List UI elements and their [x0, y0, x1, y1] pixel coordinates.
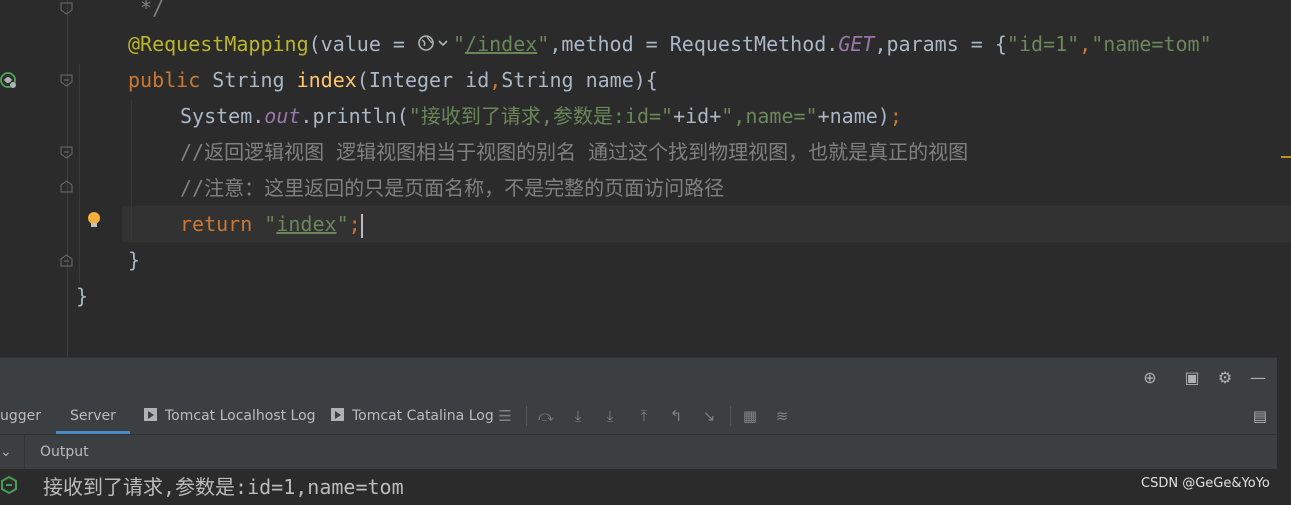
output-text: 接收到了请求,参数是:id=1,name=tom [43, 475, 404, 499]
panel-tabs: ugger Server Tomcat Localhost Log Tomcat… [0, 398, 1277, 434]
deploy-icon[interactable] [0, 475, 18, 497]
editor-gutter [0, 0, 122, 357]
string-literal: "name=tom" [1091, 32, 1212, 56]
window-layout-icon[interactable]: ▣ [1182, 368, 1202, 388]
brace: } [128, 248, 141, 272]
indent-guide [131, 100, 132, 240]
keyword: return [180, 212, 253, 236]
evaluate-table-icon[interactable]: ▦ [740, 406, 760, 426]
comment-text: */ [128, 0, 165, 20]
step-out-icon[interactable]: ⤒ [634, 406, 654, 426]
code-line-comment-end: */ [128, 0, 164, 26]
output-label: Output [40, 444, 89, 460]
string-quote: " [336, 212, 349, 236]
force-step-into-icon[interactable]: ⤓ [600, 406, 620, 426]
brace: } [76, 284, 89, 308]
warning-stripe-marker[interactable] [1281, 156, 1291, 158]
static-field: out [264, 104, 301, 128]
fold-icon[interactable] [60, 74, 73, 87]
toolbar-separator [730, 406, 731, 426]
annotation-text: @RequestMapping [128, 32, 309, 56]
url-path-link[interactable]: /index [465, 32, 537, 56]
tab-label: Tomcat Localhost Log [165, 408, 316, 424]
code-line-close-brace: } [76, 278, 88, 314]
code-text: .println( [300, 104, 409, 128]
log-icon [144, 408, 157, 421]
step-into-icon[interactable]: ⤓ [568, 406, 588, 426]
watermark: CSDN @GeGe&YoYo [1141, 476, 1270, 491]
output-console[interactable]: 接收到了请求,参数是:id=1,name=tom [0, 469, 1277, 503]
tab-tomcat-localhost-log[interactable]: Tomcat Localhost Log [144, 398, 316, 434]
gutter-divider [67, 0, 68, 357]
lightbulb-icon[interactable] [86, 211, 102, 229]
web-endpoint-icon[interactable] [0, 70, 18, 90]
comment-text: //注意：这里返回的只是页面名称，不是完整的页面访问路径 [180, 176, 725, 200]
output-header: ⌄ Output [0, 434, 1277, 469]
step-over-icon[interactable]: ⤼ [536, 406, 556, 426]
fold-icon[interactable] [60, 254, 73, 267]
code-line-method-signature: public String index(Integer id,String na… [128, 62, 658, 98]
code-text: ,params = { [874, 32, 1007, 56]
semicolon: ; [889, 104, 902, 128]
comma: , [489, 68, 502, 92]
code-line-println: System.out.println("接收到了请求,参数是:id="+id+"… [180, 98, 902, 134]
view-name-link[interactable]: index [276, 212, 336, 236]
indent-guide [79, 64, 80, 284]
code-line-return: return "index"; [180, 206, 363, 242]
fold-icon[interactable] [60, 2, 73, 15]
code-text: +id+ [673, 104, 722, 128]
gear-icon[interactable]: ⚙ [1215, 368, 1235, 388]
menu-lines-icon[interactable]: ☰ [495, 406, 515, 426]
comment-text: //返回逻辑视图 逻辑视图相当于视图的别名 通过这个找到物理视图，也就是真正的视… [180, 140, 969, 164]
minimize-icon[interactable]: — [1248, 368, 1268, 388]
drop-frame-icon[interactable]: ↰ [666, 406, 686, 426]
string-quote: " [453, 32, 466, 56]
crosshair-icon[interactable]: ⊕ [1140, 368, 1160, 388]
code-text: System. [180, 104, 265, 128]
string-quote: " [264, 212, 277, 236]
layout-icon[interactable]: ▤ [1250, 406, 1270, 426]
code-line-request-mapping: @RequestMapping(value = "/index",method … [128, 26, 1212, 62]
log-icon [331, 408, 344, 421]
fold-icon[interactable] [60, 146, 73, 159]
toolbar-separator [526, 406, 527, 426]
code-line-close-brace: } [128, 242, 140, 278]
code-text: String [200, 68, 297, 92]
code-text: (value = [308, 32, 417, 56]
tab-label: Tomcat Catalina Log [352, 408, 494, 424]
header-divider [24, 435, 25, 469]
globe-icon[interactable] [417, 28, 453, 64]
code-text: (Integer id [356, 68, 490, 92]
text-caret [360, 213, 363, 238]
run-to-cursor-icon[interactable]: ↘ [699, 406, 719, 426]
scrollbar-track[interactable] [1277, 357, 1291, 502]
string-quote: " [537, 32, 550, 56]
string-literal: "接收到了请求,参数是:id=" [408, 104, 674, 128]
code-line-comment: //返回逻辑视图 逻辑视图相当于视图的别名 通过这个找到物理视图，也就是真正的视… [180, 134, 968, 170]
trace-icon[interactable]: ≋ [772, 406, 792, 426]
code-text: String name){ [501, 68, 658, 92]
fold-icon[interactable] [60, 180, 73, 193]
tab-server[interactable]: Server [56, 398, 130, 434]
tab-debugger[interactable]: ugger [0, 398, 41, 434]
code-line-comment: //注意：这里返回的只是页面名称，不是完整的页面访问路径 [180, 170, 724, 206]
semicolon: ; [348, 212, 361, 236]
string-literal: "id=1" [1006, 32, 1080, 56]
tab-tomcat-catalina-log[interactable]: Tomcat Catalina Log [331, 398, 494, 434]
method-name: index [296, 68, 357, 92]
panel-toolbar: ⊕ ▣ ⚙ — [0, 358, 1277, 398]
string-literal: ",name=" [721, 104, 818, 128]
code-text: ,method = RequestMethod. [549, 32, 839, 56]
enum-constant: GET [838, 32, 875, 56]
chevron-down-icon[interactable]: ⌄ [0, 435, 14, 469]
comma: , [1079, 32, 1092, 56]
services-panel: ⊕ ▣ ⚙ — ugger Server Tomcat Localhost Lo… [0, 357, 1277, 503]
code-editor[interactable]: */ @RequestMapping(value = "/index",meth… [0, 0, 1291, 357]
keyword: public [128, 68, 201, 92]
code-text: +name) [817, 104, 890, 128]
